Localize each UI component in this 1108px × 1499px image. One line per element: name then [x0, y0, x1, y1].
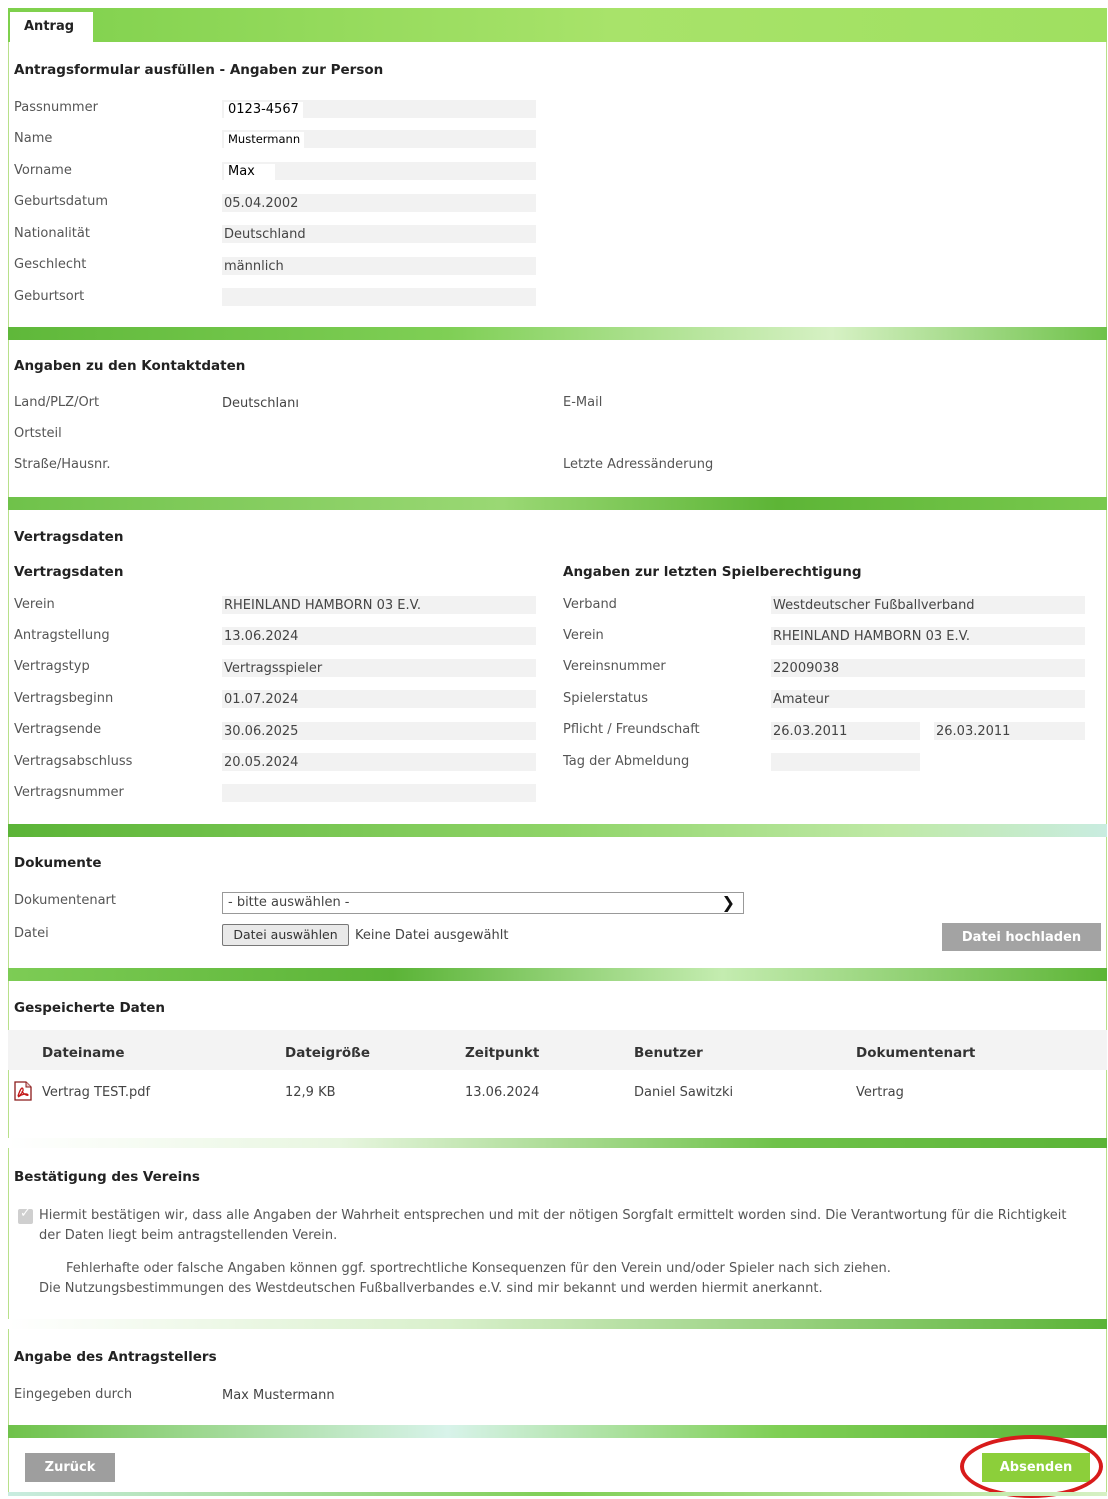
choose-file-button[interactable]: Datei auswählen — [222, 924, 349, 946]
confirmation-text: Hiermit bestätigen wir, dass alle Angabe… — [39, 1208, 1067, 1243]
label-pflicht-freundschaft: Pflicht / Freundschaft — [563, 722, 700, 737]
label-vertragstyp: Vertragstyp — [14, 659, 90, 674]
value-geburtsdatum: 05.04.2002 — [222, 194, 536, 212]
value-vertragstyp: Vertragsspieler — [222, 659, 536, 677]
passnummer-text: 0123-4567 — [224, 102, 303, 118]
label-strasse: Straße/Hausnr. — [14, 457, 111, 472]
file-size: 12,9 KB — [285, 1085, 336, 1100]
label-verein-letzte: Verein — [563, 628, 604, 643]
checkmark-icon: ✓ — [20, 1206, 31, 1221]
chevron-down-icon: ❯ — [721, 893, 735, 912]
upload-file-button[interactable]: Datei hochladen — [942, 923, 1101, 951]
consequences-text: Fehlerhafte oder falsche Angaben können … — [66, 1261, 891, 1276]
label-vertragsabschluss: Vertragsabschluss — [14, 754, 133, 769]
label-antragstellung: Antragstellung — [14, 628, 110, 643]
document-type-selected: - bitte auswählen - — [228, 895, 350, 910]
value-name: Mustermann — [222, 130, 536, 148]
vorname-text: Max — [224, 164, 275, 180]
subheading-eligibility: Angaben zur letzten Spielberechtigung — [563, 564, 862, 580]
label-vertragsende: Vertragsende — [14, 722, 102, 737]
label-geschlecht: Geschlecht — [14, 257, 87, 272]
section-heading-contact: Angaben zu den Kontaktdaten — [14, 358, 246, 374]
column-benutzer: Benutzer — [634, 1045, 703, 1061]
value-vertragsabschluss: 20.05.2024 — [222, 753, 536, 771]
confirmation-checkbox[interactable]: ✓ — [18, 1206, 33, 1224]
value-vorname: Max — [222, 162, 536, 180]
label-dokumentenart: Dokumentenart — [14, 893, 116, 908]
section-divider — [8, 1138, 1107, 1148]
value-geburtsort — [222, 288, 536, 306]
value-vertragsbeginn: 01.07.2024 — [222, 690, 536, 708]
section-heading-confirmation: Bestätigung des Vereins — [14, 1169, 200, 1185]
file-status: Keine Datei ausgewählt — [355, 928, 509, 943]
name-text: Mustermann — [224, 132, 305, 148]
file-user: Daniel Sawitzki — [634, 1085, 734, 1100]
label-eingegeben-durch: Eingegeben durch — [14, 1387, 133, 1402]
label-datei: Datei — [14, 926, 49, 941]
label-vertragsbeginn: Vertragsbeginn — [14, 691, 114, 706]
label-passnummer: Passnummer — [14, 100, 98, 115]
file-document-type: Vertrag — [856, 1085, 904, 1100]
section-heading-contract: Vertragsdaten — [14, 529, 124, 545]
value-vertragsnummer — [222, 784, 536, 802]
file-link[interactable]: Vertrag TEST.pdf — [42, 1085, 150, 1100]
label-verband: Verband — [563, 597, 617, 612]
section-heading-applicant: Angabe des Antragstellers — [14, 1349, 217, 1365]
value-antragstellung: 13.06.2024 — [222, 627, 536, 645]
label-vorname: Vorname — [14, 163, 72, 178]
value-land: Deutschlanı — [222, 396, 299, 411]
label-name: Name — [14, 131, 53, 146]
label-adressaenderung: Letzte Adressänderung — [563, 457, 714, 472]
file-time: 13.06.2024 — [465, 1085, 540, 1100]
column-dateigroesse: Dateigröße — [285, 1045, 371, 1061]
value-verein: RHEINLAND HAMBORN 03 E.V. — [222, 596, 536, 614]
value-pflicht: 26.03.2011 — [771, 722, 920, 740]
value-passnummer: 0123-4567 — [222, 100, 536, 118]
back-button[interactable]: Zurück — [25, 1453, 115, 1482]
value-spielerstatus: Amateur — [771, 690, 1085, 708]
value-eingegeben-durch: Max Mustermann — [222, 1388, 335, 1403]
label-geburtsort: Geburtsort — [14, 289, 85, 304]
section-heading-saved: Gespeicherte Daten — [14, 1000, 165, 1016]
tab-antrag[interactable]: Antrag — [10, 12, 93, 42]
section-heading-documents: Dokumente — [14, 855, 102, 871]
value-verein-letzte: RHEINLAND HAMBORN 03 E.V. — [771, 627, 1085, 645]
section-heading-person: Antragsformular ausfüllen - Angaben zur … — [14, 62, 384, 78]
terms-text: Die Nutzungsbestimmungen des Westdeutsch… — [39, 1281, 823, 1296]
label-ortsteil: Ortsteil — [14, 426, 62, 441]
value-abmeldung — [771, 753, 920, 771]
label-email: E-Mail — [563, 395, 603, 410]
column-zeitpunkt: Zeitpunkt — [465, 1045, 540, 1061]
tab-bar — [8, 8, 1107, 42]
column-dateiname: Dateiname — [42, 1045, 125, 1061]
value-geschlecht: männlich — [222, 257, 536, 275]
highlight-circle — [960, 1435, 1103, 1498]
label-geburtsdatum: Geburtsdatum — [14, 194, 108, 209]
value-freundschaft: 26.03.2011 — [934, 722, 1085, 740]
label-nationalitaet: Nationalität — [14, 226, 90, 241]
bottom-border — [8, 1492, 1107, 1496]
value-nationalitaet: Deutschland — [222, 225, 536, 243]
section-divider — [8, 327, 1107, 340]
pdf-icon[interactable] — [14, 1081, 32, 1101]
label-vereinsnummer: Vereinsnummer — [563, 659, 666, 674]
section-divider — [8, 497, 1107, 510]
value-vertragsende: 30.06.2025 — [222, 722, 536, 740]
section-divider — [8, 1319, 1107, 1329]
value-verband: Westdeutscher Fußballverband — [771, 596, 1085, 614]
label-land: Land/PLZ/Ort — [14, 395, 100, 410]
document-type-select[interactable]: - bitte auswählen - ❯ — [222, 892, 744, 914]
subheading-contract: Vertragsdaten — [14, 564, 124, 580]
section-divider — [8, 824, 1107, 837]
label-verein: Verein — [14, 597, 55, 612]
section-divider — [8, 1425, 1107, 1438]
label-spielerstatus: Spielerstatus — [563, 691, 649, 706]
section-divider — [8, 968, 1107, 981]
label-vertragsnummer: Vertragsnummer — [14, 785, 124, 800]
value-vereinsnummer: 22009038 — [771, 659, 1085, 677]
column-dokumentenart: Dokumentenart — [856, 1045, 976, 1061]
label-abmeldung: Tag der Abmeldung — [563, 754, 690, 769]
